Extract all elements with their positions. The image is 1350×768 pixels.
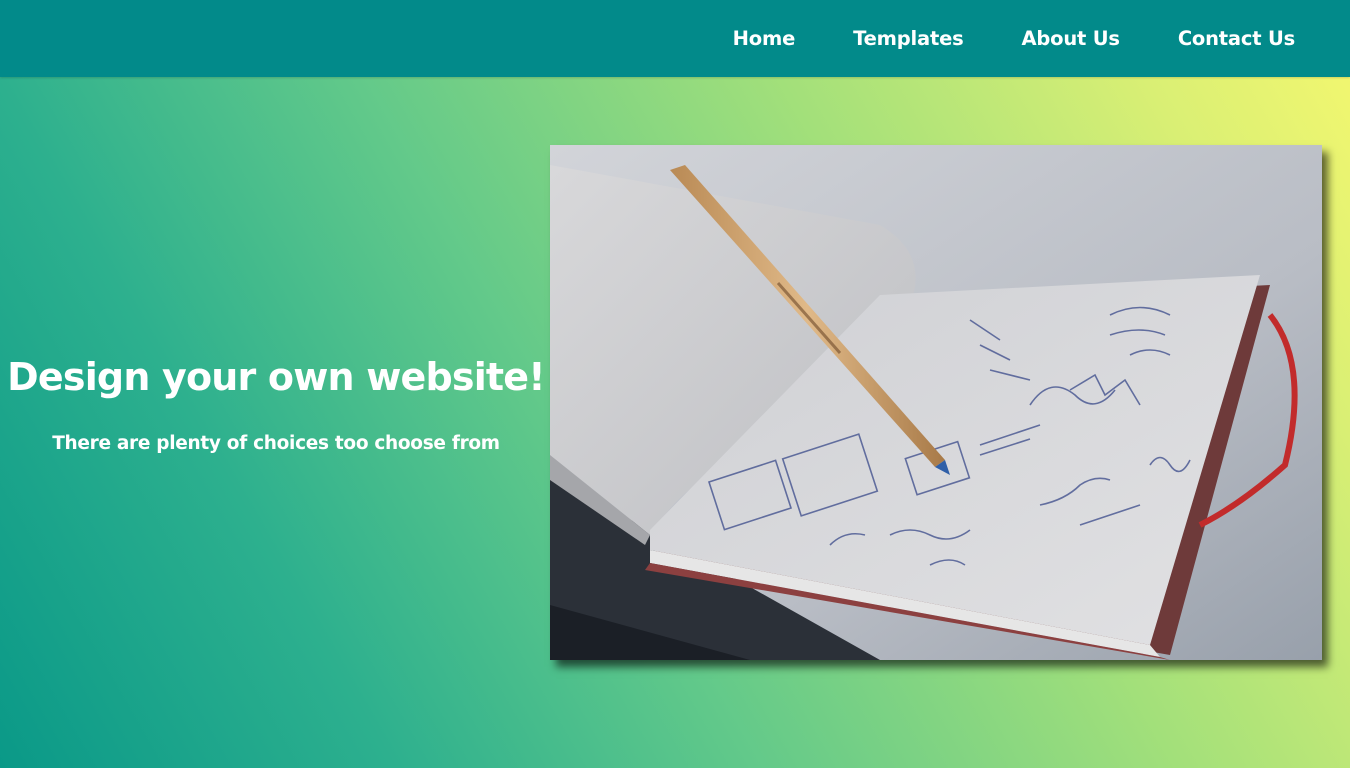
nav-link-about-us[interactable]: About Us xyxy=(1022,27,1120,50)
navbar: Home Templates About Us Contact Us xyxy=(0,0,1350,77)
hero-subtitle: There are plenty of choices too choose f… xyxy=(52,433,500,454)
sketchbook-photo xyxy=(550,145,1322,660)
nav-link-home[interactable]: Home xyxy=(733,27,796,50)
page: Home Templates About Us Contact Us Desig… xyxy=(0,0,1350,768)
hero-image xyxy=(550,145,1322,660)
nav-link-templates[interactable]: Templates xyxy=(853,27,964,50)
nav-link-contact-us[interactable]: Contact Us xyxy=(1178,27,1295,50)
nav-menu: Home Templates About Us Contact Us xyxy=(733,0,1296,77)
hero-title: Design your own website! xyxy=(7,355,545,399)
hero-text-block: Design your own website! There are plent… xyxy=(0,352,552,454)
